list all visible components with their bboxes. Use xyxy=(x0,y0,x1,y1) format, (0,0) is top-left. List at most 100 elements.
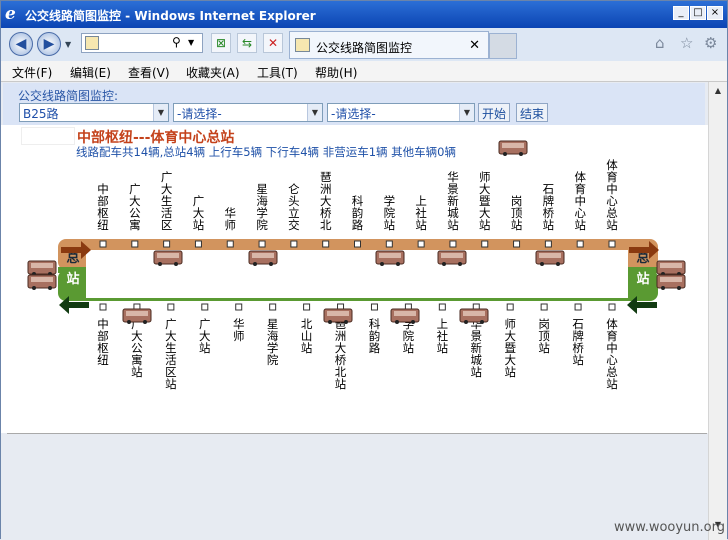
bus-wheel xyxy=(540,262,544,266)
up-stop-label: 体育中心站 xyxy=(574,170,586,232)
bus-window xyxy=(660,277,682,282)
terminal-bus-icon xyxy=(656,274,686,290)
route-select[interactable]: B25路 ▼ xyxy=(19,103,169,122)
up-stop-marker xyxy=(417,240,425,248)
bus-window xyxy=(502,143,524,148)
history-dropdown-icon[interactable]: ▼ xyxy=(65,40,71,49)
up-bus-icon xyxy=(535,250,565,266)
down-stop-label: 星海学院 xyxy=(267,317,279,367)
menu-file[interactable]: 文件(F) xyxy=(12,64,52,81)
gear-icon[interactable]: ⚙ xyxy=(704,34,717,52)
minimize-button[interactable]: _ xyxy=(673,6,689,20)
bus-wheel xyxy=(269,262,273,266)
watermark: www.wooyun.org xyxy=(613,520,725,535)
back-button[interactable]: ◀ xyxy=(9,32,33,56)
home-icon[interactable]: ⌂ xyxy=(655,34,665,52)
menu-view[interactable]: 查看(V) xyxy=(128,64,170,81)
bus-wheel xyxy=(380,262,384,266)
down-stop-label: 华景新城站 xyxy=(471,317,483,379)
bus-wheel xyxy=(464,320,468,324)
address-dropdown-icon[interactable]: ▼ xyxy=(188,38,194,47)
vertical-scrollbar[interactable]: ▲ ▼ xyxy=(708,82,727,540)
bus-wheel xyxy=(174,262,178,266)
vehicle-select[interactable]: -请选择- ▼ xyxy=(327,103,475,122)
bus-window xyxy=(327,311,349,316)
favorites-star-icon[interactable]: ☆ xyxy=(680,34,693,52)
bus-wheel xyxy=(411,320,415,324)
tab-close-icon[interactable]: ✕ xyxy=(469,38,480,53)
address-bar[interactable]: ⚲ ▼ xyxy=(81,33,203,53)
menu-tools[interactable]: 工具(T) xyxy=(257,64,298,81)
new-tab-button[interactable] xyxy=(489,33,517,59)
forward-button[interactable]: ▶ xyxy=(37,32,61,56)
bus-window xyxy=(463,311,485,316)
up-stop-label: 广大生活区 xyxy=(161,170,173,232)
up-stop-marker xyxy=(385,240,393,248)
bus-wheel xyxy=(519,152,523,156)
bus-wheel xyxy=(32,286,36,290)
refresh-icon[interactable]: ⇆ xyxy=(237,33,257,53)
bus-wheel xyxy=(395,320,399,324)
search-icon[interactable]: ⚲ xyxy=(172,35,181,49)
navigation-bar: ◀ ▶ ▼ ⚲ ▼ ⊠ ⇆ ✕ 公交线路简图监控 ✕ ⌂ ☆ ⚙ xyxy=(1,28,727,61)
tab-active[interactable]: 公交线路简图监控 ✕ xyxy=(289,31,489,59)
up-stop-label: 师大暨大站 xyxy=(479,170,491,232)
up-bus-icon xyxy=(375,250,405,266)
down-stop-label: 北山站 xyxy=(301,317,313,355)
control-label: 公交线路简图监控: xyxy=(18,89,119,103)
bus-wheel xyxy=(143,320,147,324)
up-stop-marker xyxy=(226,240,234,248)
up-stop-label: 上社站 xyxy=(415,194,427,232)
bus-wheel xyxy=(458,262,462,266)
up-stop-label: 华景新城站 xyxy=(447,170,459,232)
down-stop-label: 石牌桥站 xyxy=(572,317,584,367)
close-button[interactable]: × xyxy=(707,6,723,20)
bus-wheel xyxy=(677,286,681,290)
down-stop-marker xyxy=(201,303,209,311)
up-stop-label: 仑头立交 xyxy=(288,182,300,232)
bus-wheel xyxy=(503,152,507,156)
tab-title: 公交线路简图监控 xyxy=(316,41,413,55)
up-stop-marker xyxy=(322,240,330,248)
left-terminal-label: 站 xyxy=(66,271,79,287)
direction-select[interactable]: -请选择- ▼ xyxy=(173,103,323,122)
compatibility-icon[interactable]: ⊠ xyxy=(211,33,231,53)
up-stop-label: 华师 xyxy=(225,206,237,232)
menu-bar: 文件(F) 编辑(E) 查看(V) 收藏夹(A) 工具(T) 帮助(H) xyxy=(1,61,727,82)
down-stop-label: 广大生活区站 xyxy=(165,317,177,391)
stop-icon[interactable]: ✕ xyxy=(263,33,283,53)
down-stop-label: 科韵路 xyxy=(369,317,381,355)
scroll-up-icon[interactable]: ▲ xyxy=(711,84,725,98)
up-stop-marker xyxy=(290,240,298,248)
bus-wheel xyxy=(442,262,446,266)
start-button[interactable]: 开始 xyxy=(478,103,511,122)
control-panel: 公交线路简图监控: B25路 ▼ -请选择- ▼ -请选择- ▼ 开始 结束 xyxy=(3,83,705,125)
down-stop-marker xyxy=(235,303,243,311)
divider xyxy=(7,433,707,434)
menu-edit[interactable]: 编辑(E) xyxy=(70,64,111,81)
down-bus-icon xyxy=(122,308,152,324)
down-stop-marker xyxy=(99,303,107,311)
page-icon xyxy=(85,36,99,50)
up-stop-marker xyxy=(513,240,521,248)
end-button[interactable]: 结束 xyxy=(516,103,549,122)
bus-window xyxy=(539,253,561,258)
up-stop-marker xyxy=(99,240,107,248)
maximize-button[interactable]: □ xyxy=(690,6,706,20)
bus-window xyxy=(31,263,53,268)
down-stop-label: 体育中心总站 xyxy=(606,317,618,391)
tab-page-icon xyxy=(295,38,310,52)
menu-favorites[interactable]: 收藏夹(A) xyxy=(186,64,240,81)
down-stop-marker xyxy=(608,303,616,311)
up-stop-label: 广大站 xyxy=(193,194,205,232)
up-stop-marker xyxy=(544,240,552,248)
menu-help[interactable]: 帮助(H) xyxy=(315,64,357,81)
up-stop-label: 广大公寓 xyxy=(129,182,141,232)
chevron-down-icon: ▼ xyxy=(307,104,322,121)
up-stop-label: 琶洲大桥北 xyxy=(320,170,332,232)
down-stop-label: 华师 xyxy=(233,317,245,343)
up-stop-marker xyxy=(608,240,616,248)
route-select-value: B25路 xyxy=(23,107,59,121)
down-stop-marker xyxy=(167,303,175,311)
bus-window xyxy=(379,253,401,258)
